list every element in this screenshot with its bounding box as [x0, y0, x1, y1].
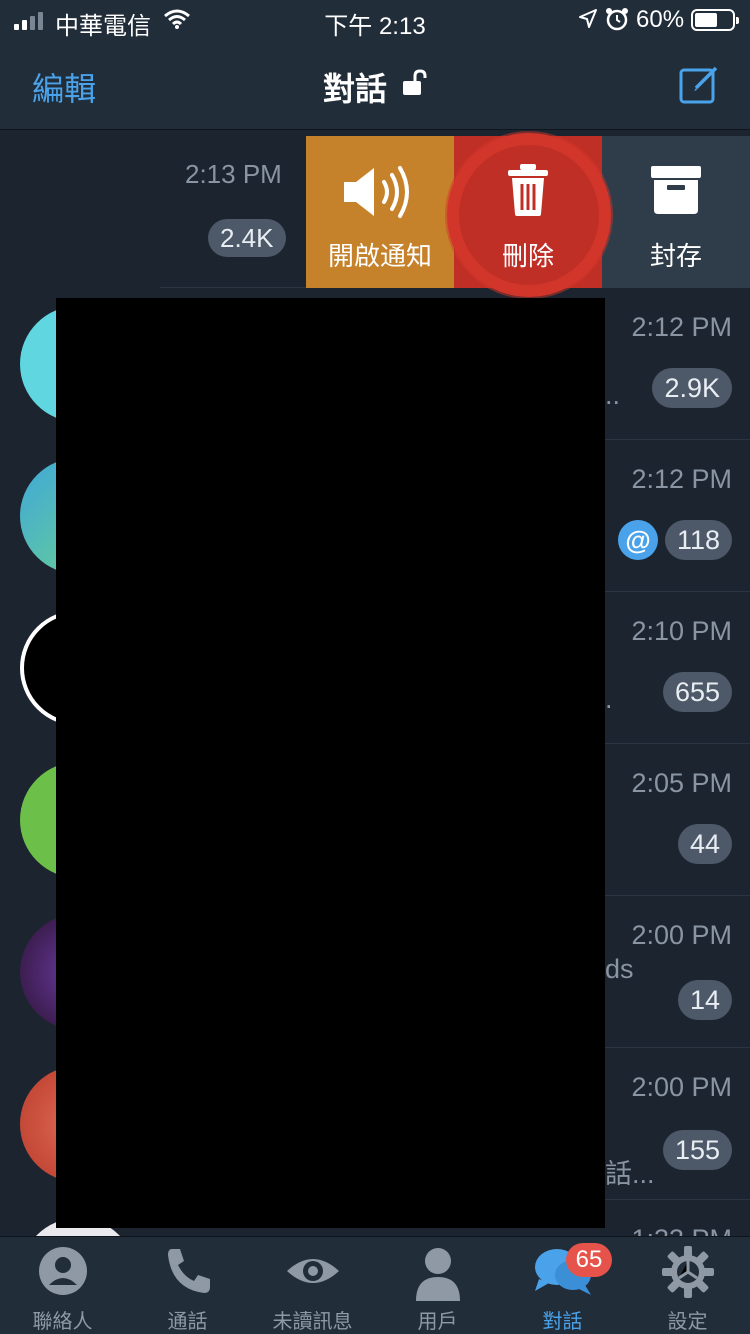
- page-title: 對話: [322, 71, 387, 107]
- tab-label: 對話: [542, 1311, 583, 1333]
- chat-time: 2:13 PM: [185, 159, 282, 189]
- unread-badge: 2.9K: [652, 368, 732, 408]
- tab-chats[interactable]: 65 對話: [500, 1237, 625, 1334]
- phone-icon: [125, 1245, 250, 1297]
- speaker-icon: [306, 162, 454, 222]
- battery-fill: [695, 13, 717, 27]
- compose-icon[interactable]: [678, 64, 720, 109]
- unread-badge: 118: [664, 520, 732, 560]
- person-circle-icon: [0, 1245, 125, 1297]
- unread-badge: 44: [677, 824, 732, 864]
- unread-badge: 14: [677, 980, 732, 1020]
- tab-calls[interactable]: 通話: [125, 1237, 250, 1334]
- tab-settings[interactable]: 設定: [625, 1237, 750, 1334]
- tab-label: 用戶: [417, 1311, 458, 1333]
- chat-time: 2:12 PM: [631, 312, 732, 342]
- swiped-chat-row[interactable]: 2:13 PM 2.4K 開啟通知 刪除 封存: [0, 131, 750, 288]
- battery-icon: [691, 9, 739, 31]
- chat-time: 1:33 PM: [631, 1224, 732, 1236]
- tab-label: 設定: [667, 1311, 708, 1333]
- chat-time: 2:12 PM: [631, 464, 732, 494]
- delete-label: 刪除: [501, 241, 554, 271]
- status-bar: 中華電信 下午 2:13 60%: [0, 0, 750, 40]
- unmute-action-button[interactable]: 開啟通知: [306, 136, 454, 288]
- unread-badge: 655: [662, 672, 732, 712]
- chat-preview: 話...: [605, 1159, 655, 1189]
- chat-preview: ds: [605, 954, 634, 984]
- tab-contacts[interactable]: 聯絡人: [0, 1237, 125, 1334]
- tab-label: 聯絡人: [32, 1311, 93, 1333]
- unlock-icon[interactable]: [401, 68, 427, 106]
- alarm-clock-icon: [604, 6, 630, 39]
- user-silhouette-icon: [375, 1245, 500, 1301]
- archive-label: 封存: [649, 241, 702, 271]
- location-arrow-icon: [578, 8, 598, 37]
- page-title-container: 對話: [0, 64, 750, 110]
- archive-box-icon: [602, 162, 750, 216]
- navigation-bar: 編輯 對話: [0, 40, 750, 130]
- chat-time: 2:00 PM: [631, 920, 732, 950]
- delete-action-button[interactable]: 刪除: [454, 136, 602, 288]
- eye-icon: [250, 1245, 375, 1297]
- chat-preview: .: [605, 684, 613, 714]
- tab-users[interactable]: 用戶: [375, 1237, 500, 1334]
- trash-icon: [454, 162, 602, 218]
- mention-badge: @: [618, 520, 658, 560]
- chat-time: 2:10 PM: [631, 616, 732, 646]
- unread-count-badge: 65: [566, 1243, 612, 1277]
- gear-icon: [625, 1245, 750, 1299]
- archive-action-button[interactable]: 封存: [602, 136, 750, 288]
- tab-unread[interactable]: 未讀訊息: [250, 1237, 375, 1334]
- tab-label: 未讀訊息: [272, 1311, 353, 1333]
- tab-bar: 聯絡人 通話 未讀訊息 用戶 65 對話 設定: [0, 1236, 750, 1334]
- tab-label: 通話: [167, 1311, 208, 1333]
- chat-time: 2:05 PM: [631, 768, 732, 798]
- battery-percentage: 60%: [636, 6, 685, 33]
- redacted-area: [56, 298, 605, 1228]
- chat-time: 2:00 PM: [631, 1072, 732, 1102]
- chat-preview: ..: [605, 380, 621, 410]
- unmute-label: 開啟通知: [327, 241, 432, 271]
- unread-badge: 2.4K: [208, 219, 286, 257]
- unread-badge: 155: [662, 1130, 732, 1170]
